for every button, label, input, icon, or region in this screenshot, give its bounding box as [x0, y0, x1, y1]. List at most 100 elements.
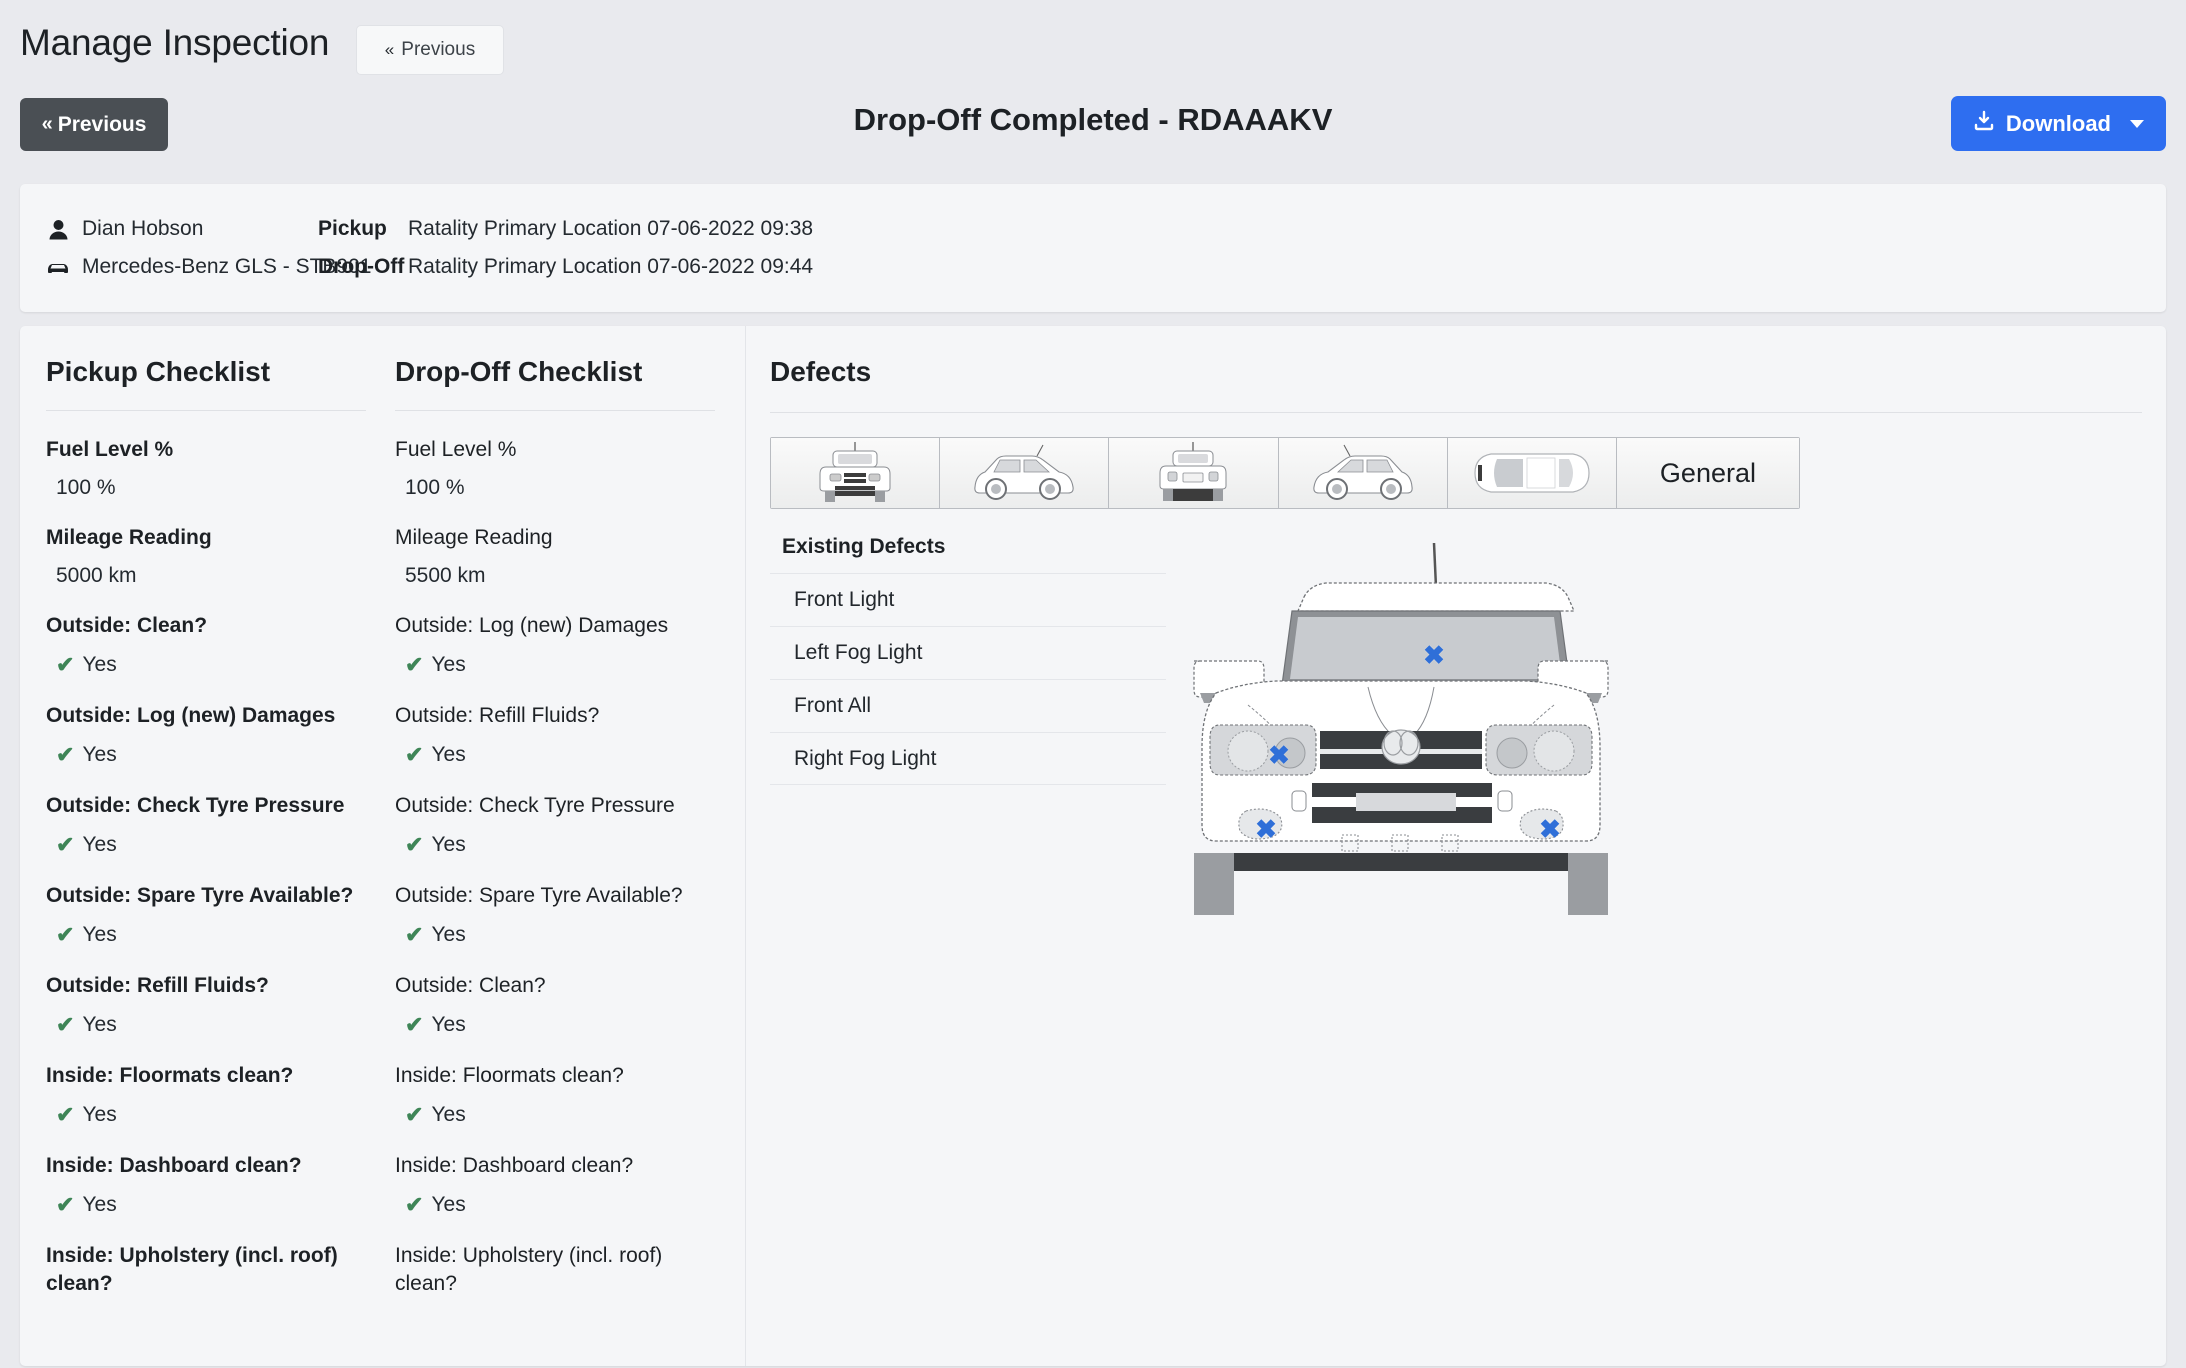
download-button[interactable]: Download	[1950, 96, 2166, 151]
pickup-items: Fuel Level % 100 % Mileage Reading 5000 km O…	[46, 436, 366, 1298]
checklist-item-value-text: Yes	[82, 653, 117, 676]
defect-row[interactable]: Right Fog Light	[770, 732, 1166, 785]
pickup-value: Ratality Primary Location 07-06-2022 09:…	[408, 217, 814, 240]
checklist-item-value-text: Yes	[431, 833, 466, 856]
check-icon: ✔	[56, 742, 75, 767]
checklist-item-label: Outside: Refill Fluids?	[46, 974, 269, 997]
check-icon: ✔	[405, 1012, 424, 1037]
checklist-item-value: ✔ Yes	[395, 922, 715, 948]
defect-row[interactable]: Left Fog Light	[770, 626, 1166, 679]
checklist-item-value-text: Yes	[431, 1013, 466, 1036]
dropoff-items: Fuel Level % 100 % Mileage Reading 5500 km O…	[395, 436, 715, 1298]
chevron-down-icon[interactable]	[2130, 119, 2144, 128]
page-title: Manage Inspection	[20, 22, 330, 63]
defect-view-tabs: General	[770, 437, 1800, 509]
dropoff-row: Drop-Off Ratality Primary Location 07-06…	[318, 249, 813, 285]
checklist-item: Outside: Refill Fluids? ✔ Yes	[46, 972, 366, 1038]
checklist-item-label: Fuel Level %	[46, 438, 174, 461]
windshield-defect-marker[interactable]: ✖	[1423, 642, 1445, 668]
checklist-item-label: Inside: Floormats clean?	[46, 1064, 294, 1087]
vehicle-front-diagram[interactable]: ✖ ✖ ✖ ✖	[1186, 535, 1616, 935]
checklist-item-label: Outside: Spare Tyre Available?	[395, 884, 683, 907]
checklist-item-value: ✔ Yes	[46, 652, 366, 678]
download-icon	[1973, 110, 1995, 138]
checklist-item: Mileage Reading 5000 km	[46, 524, 366, 588]
tab-general[interactable]: General	[1616, 438, 1799, 508]
checklist-item-label: Outside: Log (new) Damages	[46, 704, 336, 727]
checklist-item-label: Mileage Reading	[395, 526, 553, 549]
checklist-item-value: ✔ Yes	[395, 742, 715, 768]
check-icon: ✔	[56, 1012, 75, 1037]
tab-rear-view[interactable]	[1109, 438, 1279, 508]
double-chevron-left-icon: «	[384, 40, 395, 59]
defect-row[interactable]: Front Light	[770, 573, 1166, 626]
checklist-item-value: 5000 km	[46, 564, 366, 588]
car-icon	[46, 259, 70, 275]
inspection-title: Drop-Off Completed - RDAAAKV	[853, 102, 1333, 137]
checklist-item: Outside: Check Tyre Pressure ✔ Yes	[395, 792, 715, 858]
checklist-item-value-text: 5500 km	[405, 564, 486, 587]
checklist-item-value-text: Yes	[82, 1013, 117, 1036]
left-fog-light-defect-marker[interactable]: ✖	[1255, 816, 1277, 842]
checklist-item-label: Fuel Level %	[395, 438, 517, 461]
left-headlight-defect-marker[interactable]: ✖	[1268, 742, 1290, 768]
checklist-item: Outside: Refill Fluids? ✔ Yes	[395, 702, 715, 768]
checklist-item: Outside: Spare Tyre Available? ✔ Yes	[46, 882, 366, 948]
tab-front-view[interactable]	[771, 438, 941, 508]
check-icon: ✔	[405, 652, 424, 677]
checklist-item-value: ✔ Yes	[395, 1012, 715, 1038]
column-divider	[745, 326, 746, 1366]
tab-top-view[interactable]	[1447, 438, 1617, 508]
checklist-item-value-text: Yes	[431, 1103, 466, 1126]
checklist-item: Inside: Upholstery (incl. roof) clean?	[395, 1242, 715, 1298]
defects-heading-rule	[770, 412, 2142, 413]
check-icon: ✔	[56, 832, 75, 857]
pickup-row: Pickup Ratality Primary Location 07-06-2…	[318, 211, 813, 247]
right-fog-light-defect-marker[interactable]: ✖	[1539, 816, 1561, 842]
checklist-item-label: Outside: Check Tyre Pressure	[395, 794, 675, 817]
checklist-item-value-text: 5000 km	[56, 564, 137, 587]
checklist-item: Outside: Check Tyre Pressure ✔ Yes	[46, 792, 366, 858]
checklist-item-label: Inside: Upholstery (incl. roof) clean?	[46, 1244, 338, 1295]
pickup-label: Pickup	[318, 217, 387, 240]
checklist-item-value: ✔ Yes	[395, 1192, 715, 1218]
pickup-heading-rule	[46, 410, 366, 411]
checklist-item-value-text: Yes	[82, 743, 117, 766]
defect-row[interactable]: Front All	[770, 679, 1166, 732]
check-icon: ✔	[405, 742, 424, 767]
checklist-item-label: Outside: Log (new) Damages	[395, 614, 669, 637]
checklist-item-value-text: Yes	[82, 833, 117, 856]
existing-defects-list: Existing Defects Front Light Left Fog Lig…	[770, 535, 1166, 935]
checklist-item: Outside: Log (new) Damages ✔ Yes	[395, 612, 715, 678]
checklist-item-label: Inside: Upholstery (incl. roof) clean?	[395, 1244, 663, 1295]
checklist-item-value-text: Yes	[431, 743, 466, 766]
defects-body: Existing Defects Front Light Left Fog Lig…	[770, 535, 2142, 935]
check-icon: ✔	[56, 1102, 75, 1127]
top-bar: Manage Inspection « Previous	[0, 0, 2186, 92]
user-icon	[46, 219, 70, 240]
checklist-item-value: 5500 km	[395, 564, 715, 588]
checklist-item-value-text: 100 %	[405, 476, 465, 499]
checklist-item: Inside: Upholstery (incl. roof) clean?	[46, 1242, 366, 1298]
download-button-label: Download	[2005, 110, 2111, 136]
check-icon: ✔	[56, 1192, 75, 1217]
tab-left-side-view[interactable]	[940, 438, 1110, 508]
checklist-item-label: Outside: Refill Fluids?	[395, 704, 600, 727]
checklist-item-value-text: Yes	[431, 653, 466, 676]
checklist-item-value: ✔ Yes	[395, 1102, 715, 1128]
checklist-item-value-text: Yes	[82, 1103, 117, 1126]
previous-button-secondary[interactable]: « Previous	[356, 25, 504, 75]
dropoff-value: Ratality Primary Location 07-06-2022 09:…	[408, 255, 814, 278]
dropoff-label: Drop-Off	[318, 255, 405, 278]
checklist-item: Outside: Clean? ✔ Yes	[46, 612, 366, 678]
dropoff-checklist-heading: Drop-Off Checklist	[395, 356, 643, 387]
checklist-item-value-text: 100 %	[56, 476, 116, 499]
tab-right-side-view[interactable]	[1278, 438, 1448, 508]
checklist-item-value: ✔ Yes	[46, 1192, 366, 1218]
header-row: « Previous Drop-Off Completed - RDAAAKV …	[0, 92, 2186, 170]
checklist-item-label: Outside: Check Tyre Pressure	[46, 794, 345, 817]
checklist-item-label: Inside: Floormats clean?	[395, 1064, 624, 1087]
checklist-item: Inside: Floormats clean? ✔ Yes	[46, 1062, 366, 1128]
driver-name: Dian Hobson	[82, 217, 204, 240]
checklist-item-value: ✔ Yes	[46, 1012, 366, 1038]
